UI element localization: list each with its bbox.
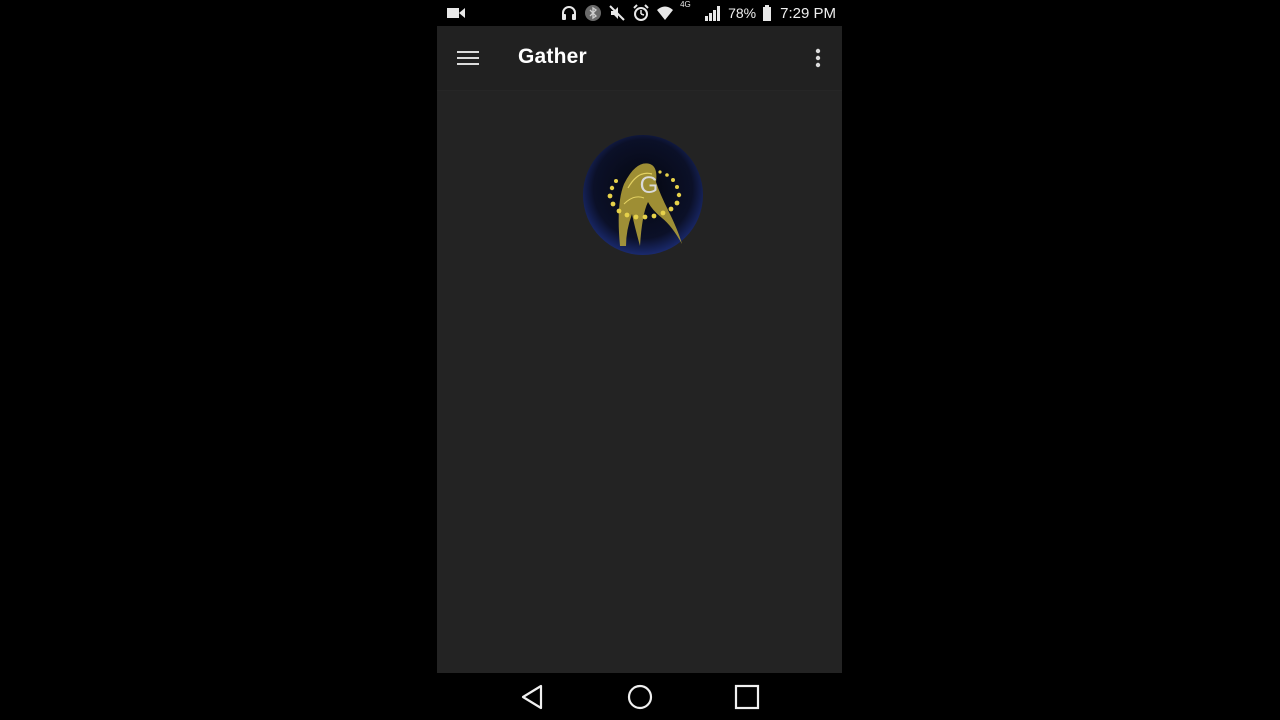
signal-icon bbox=[704, 4, 722, 22]
navigation-bar bbox=[437, 673, 842, 720]
bluetooth-icon bbox=[584, 4, 602, 22]
overflow-menu-icon[interactable] bbox=[808, 46, 828, 70]
logo-letter: G bbox=[639, 172, 659, 199]
home-icon[interactable] bbox=[626, 683, 654, 711]
gather-logo-icon[interactable]: G bbox=[582, 134, 704, 256]
back-icon[interactable] bbox=[519, 683, 547, 711]
video-camera-icon bbox=[447, 6, 465, 18]
app-title: Gather bbox=[518, 45, 587, 68]
network-type-icon: 4G bbox=[680, 0, 698, 22]
status-icons: 4G 78% 7:29 PM bbox=[560, 0, 836, 23]
battery-percent: 78% bbox=[728, 5, 757, 21]
alarm-icon bbox=[632, 4, 650, 22]
status-bar: 4G 78% 7:29 PM bbox=[437, 0, 842, 26]
headphones-icon bbox=[560, 4, 578, 22]
status-time: 7:29 PM bbox=[780, 4, 836, 22]
network-type-label: 4G bbox=[680, 0, 691, 9]
phone-screen: 4G 78% 7:29 PM Gather G bbox=[0, 0, 1280, 720]
hamburger-menu-icon[interactable] bbox=[455, 46, 481, 70]
wifi-icon bbox=[656, 4, 674, 22]
mute-icon bbox=[608, 4, 626, 22]
recents-icon[interactable] bbox=[733, 683, 761, 711]
battery-icon bbox=[762, 4, 772, 22]
app-bar: Gather bbox=[437, 26, 842, 91]
main-content: G bbox=[437, 91, 842, 673]
